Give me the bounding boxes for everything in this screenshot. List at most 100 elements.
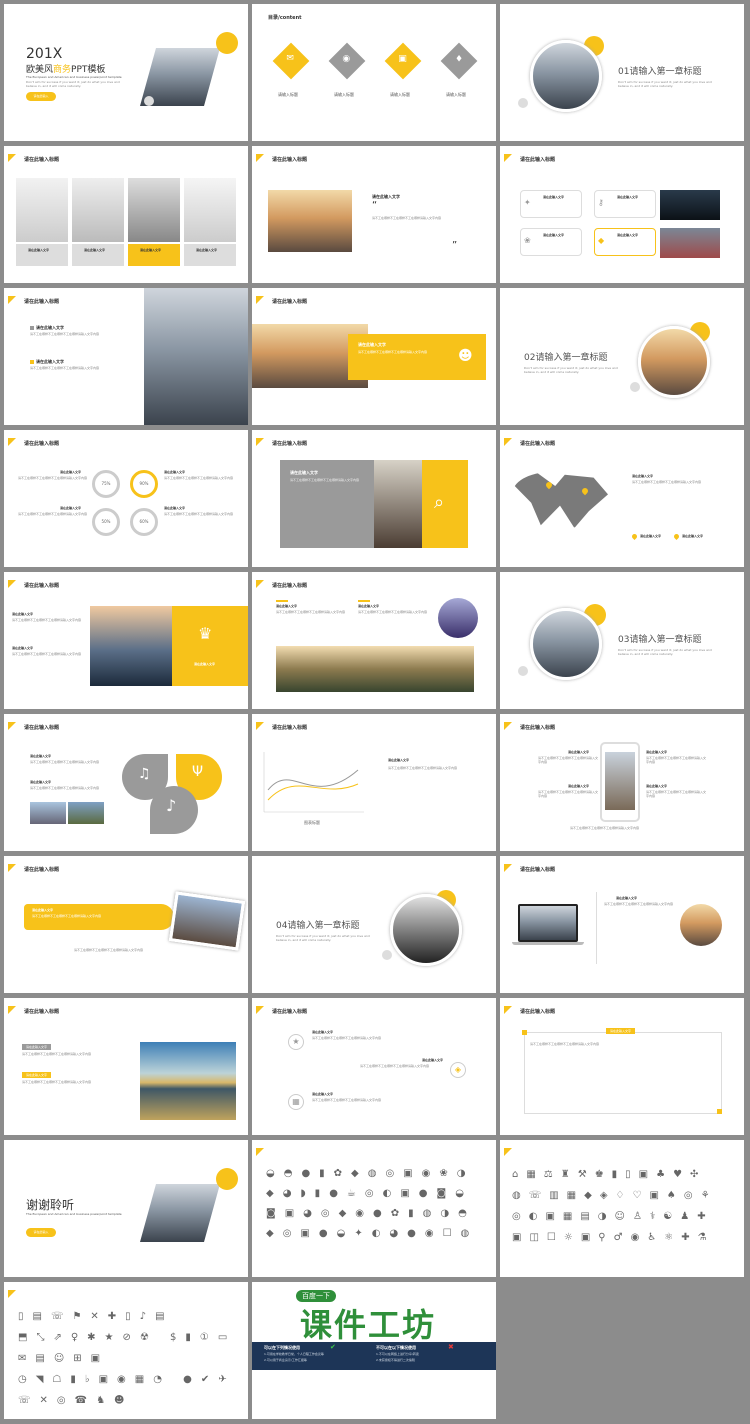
slide-aerial[interactable]: 请在此输入标题 请在此输入文字 请不工在哪样不工在哪样不工在哪样请输入文字内容 … [252,572,496,709]
pct-field-1: 请在此输入文字 [60,470,82,474]
contents-diamond-1[interactable]: ✉ [272,42,310,80]
slide-title: 请在此输入标题 [24,725,60,731]
slide-frame[interactable]: 请在此输入标题 请在此输入文字 请不工在哪样不工在哪样不工在哪样请输入文字内容 [500,998,744,1135]
slide-thanks[interactable]: 谢谢聆听 The European and American and busin… [4,1140,248,1277]
pct-ring-1: 75% [92,470,120,498]
slide-petals[interactable]: 请在此输入标题 请在此输入文字 请不工在哪样不工在哪样不工在哪样请输入文字内容 … [4,714,248,851]
chapter3-title: 03请输入第一章标题 [618,635,702,645]
list-field-2: 请在此输入文字 [36,359,64,364]
contents-diamond-2[interactable]: ◉ [328,42,366,80]
thanks-button[interactable]: 请在此输入 [26,1228,56,1237]
slide-chapter-2[interactable]: 02请输入第一章标题 Don't aim for success if you … [500,288,744,425]
chapter1-desc: Don't aim for success if you want it; ju… [618,80,712,88]
slide-search[interactable]: 请在此输入标题 请在此输入文字 请不工在哪样不工在哪样不工在哪样请输入文字内容 … [252,430,496,567]
team-card-3: 请在此输入文字 [128,244,180,266]
search-yellow-panel: ⌕ [422,460,468,548]
slide-skyscraper[interactable]: 请在此输入标题 请在此输入文字 请不工在哪样不工在哪样不工在哪样请输入文字内容 … [4,288,248,425]
contents-item-1: 请输入标题 [278,92,298,97]
aerial-field-2: 请在此输入文字 [358,604,380,608]
cross-icon: ✖ [448,1343,454,1351]
slide-title: 请在此输入标题 [24,867,60,873]
contents-item-3: 请输入标题 [390,92,410,97]
slide-trophy[interactable]: 请在此输入标题 请在此输入文字 请不工在哪样不工在哪样不工在哪样请输入文字内容 … [4,572,248,709]
phone-body-3: 请不工在哪样不工在哪样不工在哪样请输入文字内容 [646,756,707,764]
feature-label: 请在此输入文字 [617,233,639,237]
star-icon: ★ [292,1037,300,1046]
aerial-bar-2 [358,600,370,602]
quote-body: 请不工在哪样不工在哪样不工在哪样请输入文字内容 [372,216,442,220]
slide-phone[interactable]: 请在此输入标题 请在此输入文字 请不工在哪样不工在哪样不工在哪样请输入文字内容 … [500,714,744,851]
map-body: 请不工在哪样不工在哪样不工在哪样请输入文字内容 [632,480,702,484]
banner-footer: 请不工在哪样不工在哪样不工在哪样请输入文字内容 [74,948,144,952]
fork-icon: Ψ [192,764,204,780]
chart-title: 图表标题 [304,820,320,825]
slide-cover[interactable]: 201X 欧美风商务PPT模板 The European and America… [4,4,248,141]
slide-line-chart[interactable]: 请在此输入标题 图表标题 请在此输入文字 请不工在哪样不工在哪样不工在哪样请输入… [252,714,496,851]
timeline-body-1: 请不工在哪样不工在哪样不工在哪样请输入文字内容 [312,1036,382,1040]
contents-diamond-4[interactable]: ♦ [440,42,478,80]
series-yellow [267,783,359,801]
car-icon: ◈ [454,1065,462,1074]
pct-body-4: 请不工在哪样不工在哪样不工在哪样请输入文字内容 [164,512,234,516]
ad-right-1: 1.不可以在网络上进行分享/转卖 [376,1352,419,1356]
trophy-photo [90,606,174,686]
quote-close-mark: ” [452,240,458,251]
slide-tick [504,722,512,730]
slide-chapter-4[interactable]: 04请输入第一章标题 Don't aim for success if you … [252,856,496,993]
slide-chapter-3[interactable]: 03请输入第一章标题 Don't aim for success if you … [500,572,744,709]
slide-tick [256,438,264,446]
list-body-2: 请不工在哪样不工在哪样不工在哪样请输入文字内容 [30,366,100,370]
banner-yellow: 请在此输入文字 请不工在哪样不工在哪样不工在哪样请输入文字内容 [24,904,174,930]
slide-percent[interactable]: 请在此输入标题 请在此输入文字 请不工在哪样不工在哪样不工在哪样请输入文字内容 … [4,430,248,567]
team-photo-2 [72,178,124,242]
slide-timeline[interactable]: 请在此输入标题 ★ 请在此输入文字 请不工在哪样不工在哪样不工在哪样请输入文字内… [252,998,496,1135]
puzzle-icon: ✦ [524,198,531,207]
cover-subtitle: The European and American and business p… [26,75,122,79]
slide-title: 请在此输入标题 [24,157,60,163]
slide-map[interactable]: 请在此输入标题 请在此输入文字 请不工在哪样不工在哪样不工在哪样请输入文字内容 … [500,430,744,567]
map-legend-1: 请在此输入文字 [640,534,662,538]
chapter3-photo [530,608,602,680]
slide-ad[interactable]: 百度一下 课件工坊 可以在下列情况使用 ✔ 1.可用在学校教学日常，个人日程工作… [252,1282,496,1419]
slide-laptop[interactable]: 请在此输入标题 请在此输入文字 请不工在哪样不工在哪样不工在哪样请输入文字内容 [500,856,744,993]
slide-bridge[interactable]: 请在此输入标题 请在此输入文字 请不工在哪样不工在哪样不工在哪样请输入文字内容 … [252,288,496,425]
team-card-label: 请在此输入文字 [84,248,106,252]
trophy-body-2: 请不工在哪样不工在哪样不工在哪样请输入文字内容 [12,652,82,656]
pct-body-3: 请不工在哪样不工在哪样不工在哪样请输入文字内容 [164,476,234,480]
team-photo-3 [128,178,180,242]
slide-title: 请在此输入标题 [520,725,556,731]
slide-icons-food[interactable]: ◒◓●▮✿◆◍◎▣◉❀◑ ◆◕◗▮●☕◎◐▣●◙◒ ◙▣◕◎◆◉●✿▮◍◑◓ ◆… [252,1140,496,1277]
ad-bottom-bar: 可以在下列情况使用 ✔ 1.可用在学校教学日常，个人日程工作会议等 2.可以用于… [252,1342,496,1370]
slide-team[interactable]: 请在此输入标题 请在此输入文字 请在此输入文字 请在此输入文字 请在此输入文字 [4,146,248,283]
bridge-body: 请不工在哪样不工在哪样不工在哪样请输入文字内容 [358,350,428,354]
aerial-photo [276,646,474,692]
contents-diamond-3[interactable]: ▣ [384,42,422,80]
chapter2-title: 02请输入第一章标题 [524,353,608,363]
phone-field-4: 请在此输入文字 [646,784,668,788]
laptop-base [512,942,584,945]
phone-field-3: 请在此输入文字 [646,750,668,754]
chapter1-photo [530,40,602,112]
aerial-body-2: 请不工在哪样不工在哪样不工在哪样请输入文字内容 [358,610,428,614]
slide-icons-business[interactable]: ⌂▦⚖♜⚒♚▮▯▣♣♥✣ ◍☏▥▦◆◈♢♡▣♠◎⚘ ◎◐▣▦▤◑☺♙⚕☯♟✚ ▣… [500,1140,744,1277]
slide-contents[interactable]: 目录/content ✉ ◉ ▣ ♦ 请输入标题 请输入标题 请输入标题 请输入… [252,4,496,141]
chart-body: 请不工在哪样不工在哪样不工在哪样请输入文字内容 [388,766,458,770]
pct-field-3: 请在此输入文字 [164,470,186,474]
chapter3-grey-dot [518,666,528,676]
slide-tick [256,296,264,304]
thanks-accent-dot [216,1168,238,1190]
slide-banner[interactable]: 请在此输入标题 请在此输入文字 请不工在哪样不工在哪样不工在哪样请输入文字内容 … [4,856,248,993]
slide-chapter-1[interactable]: 01请输入第一章标题 Don't aim for success if you … [500,4,744,141]
pct-ring-2: 90% [130,470,158,498]
slide-quote[interactable]: 请在此输入标题 请在此输入文字 “ 请不工在哪样不工在哪样不工在哪样请输入文字内… [252,146,496,283]
skyscraper-photo [144,288,248,425]
slide-features[interactable]: 请在此输入标题 ✦ 请在此输入文字 ⚷ 请在此输入文字 ❀ 请在此输入文字 ◆ 请在此输… [500,146,744,283]
slide-tick [504,1148,512,1156]
lake-photo [140,1042,236,1120]
slide-lake[interactable]: 请在此输入标题 请在此输入文字 请不工在哪样不工在哪样不工在哪样请输入文字内容 … [4,998,248,1135]
briefcase-icon: ▣ [398,54,407,65]
slide-tick [8,864,16,872]
line-chart [263,752,364,813]
slide-icons-office[interactable]: ▯▤☏⚑✕✚▯♪▤ ⬒⤡⇗♀✱★⊘☢ $▮①▭✉▤☺⊞▣ ◷◥☖▮♭▣◉▦◔ ●… [4,1282,248,1419]
cover-button[interactable]: 请在此输入 [26,92,56,101]
